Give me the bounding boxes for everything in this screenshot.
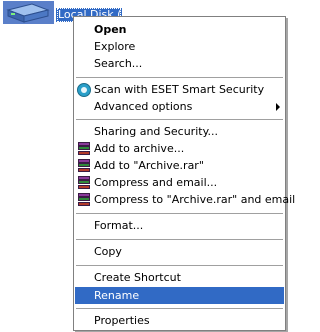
- menu-item-rename-label: Rename: [94, 289, 140, 302]
- context-menu: Open Explore Search... Scan with ESET Sm…: [73, 16, 295, 331]
- menu-item-advanced-options[interactable]: Advanced options: [75, 98, 284, 115]
- menu-item-open[interactable]: Open: [75, 21, 284, 38]
- menu-item-advanced-options-label: Advanced options: [94, 100, 193, 113]
- menu-separator: [76, 265, 283, 266]
- menu-item-copy-label: Copy: [94, 245, 122, 258]
- winrar-icon: [77, 176, 91, 190]
- menu-item-copy[interactable]: Copy: [75, 243, 284, 260]
- menu-item-search[interactable]: Search...: [75, 55, 284, 72]
- menu-item-rename[interactable]: Rename: [75, 287, 284, 304]
- menu-item-create-shortcut[interactable]: Create Shortcut: [75, 269, 284, 286]
- menu-item-properties[interactable]: Properties: [75, 312, 284, 329]
- eset-icon: [77, 83, 91, 97]
- menu-item-open-label: Open: [94, 23, 127, 36]
- menu-item-add-to-archive-rar[interactable]: Add to "Archive.rar": [75, 157, 284, 174]
- hard-drive-icon[interactable]: [2, 0, 54, 24]
- menu-item-search-label: Search...: [94, 57, 143, 70]
- menu-item-eset-scan[interactable]: Scan with ESET Smart Security: [75, 81, 284, 98]
- menu-item-compress-rar-email-label: Compress to "Archive.rar" and email: [94, 193, 296, 206]
- menu-separator: [76, 308, 283, 309]
- menu-separator: [76, 213, 283, 214]
- menu-separator: [76, 239, 283, 240]
- menu-item-format-label: Format...: [94, 219, 144, 232]
- menu-item-compress-email[interactable]: Compress and email...: [75, 174, 284, 191]
- menu-item-add-to-archive-rar-label: Add to "Archive.rar": [94, 159, 204, 172]
- menu-separator: [76, 77, 283, 78]
- menu-item-eset-scan-label: Scan with ESET Smart Security: [94, 83, 265, 96]
- menu-item-explore-label: Explore: [94, 40, 136, 53]
- menu-item-add-to-archive[interactable]: Add to archive...: [75, 140, 284, 157]
- winrar-icon: [77, 159, 91, 173]
- menu-item-explore[interactable]: Explore: [75, 38, 284, 55]
- menu-separator: [76, 119, 283, 120]
- menu-item-compress-rar-email[interactable]: Compress to "Archive.rar" and email: [75, 191, 295, 208]
- menu-item-sharing-security-label: Sharing and Security...: [94, 125, 219, 138]
- menu-item-add-to-archive-label: Add to archive...: [94, 142, 185, 155]
- winrar-icon: [77, 193, 91, 207]
- menu-item-properties-label: Properties: [94, 314, 150, 327]
- menu-item-compress-email-label: Compress and email...: [94, 176, 218, 189]
- menu-item-create-shortcut-label: Create Shortcut: [94, 271, 181, 284]
- menu-item-sharing-security[interactable]: Sharing and Security...: [75, 123, 284, 140]
- winrar-icon: [77, 142, 91, 156]
- submenu-arrow-icon: [276, 103, 280, 111]
- menu-item-format[interactable]: Format...: [75, 217, 284, 234]
